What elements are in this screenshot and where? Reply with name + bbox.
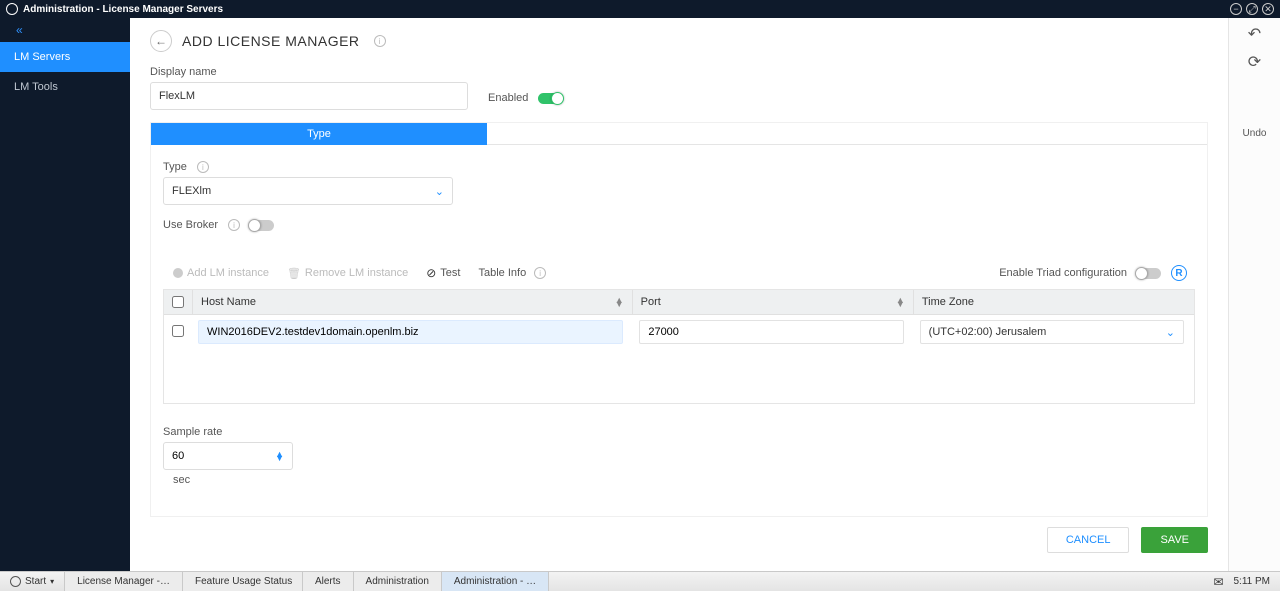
cancel-button[interactable]: CANCEL — [1047, 527, 1130, 553]
mail-icon[interactable]: ✉ — [1213, 575, 1223, 589]
page-title: ADD LICENSE MANAGER — [182, 33, 360, 49]
triad-label: Enable Triad configuration — [999, 267, 1127, 279]
enabled-label: Enabled — [488, 92, 528, 104]
display-name-input[interactable] — [150, 82, 468, 110]
undo-label: Undo — [1243, 128, 1267, 139]
close-button[interactable]: ✕ — [1262, 3, 1274, 15]
select-all-header[interactable] — [164, 290, 192, 314]
main-content: ← ADD LICENSE MANAGER i Display name Ena… — [130, 18, 1228, 571]
use-broker-info-icon[interactable]: i — [228, 219, 240, 231]
taskbar-item-alerts[interactable]: Alerts — [303, 572, 354, 591]
app-logo-icon — [6, 3, 18, 15]
minimize-button[interactable]: − — [1230, 3, 1242, 15]
col-port[interactable]: Port ▲▼ — [632, 290, 913, 314]
sidebar-collapse-button[interactable]: « — [0, 18, 130, 42]
time-zone-value: (UTC+02:00) Jerusalem — [929, 326, 1047, 338]
sample-rate-unit: sec — [173, 474, 190, 486]
chevron-down-icon: ⌄ — [1166, 326, 1175, 339]
sort-icon: ▲▼ — [615, 298, 624, 307]
add-icon — [173, 268, 183, 278]
taskbar-item-license-manager[interactable]: License Manager -… — [65, 572, 183, 591]
instance-toolbar: Add LM instance 🗑 Remove LM instance ⊘ T… — [163, 257, 1195, 289]
undo-icon[interactable]: ↶ — [1248, 24, 1261, 44]
window-titlebar: Administration - License Manager Servers… — [0, 0, 1280, 18]
table-row: (UTC+02:00) Jerusalem ⌄ — [164, 315, 1194, 349]
taskbar: Start ▾ License Manager -… Feature Usage… — [0, 571, 1280, 591]
redo-icon[interactable]: ⟳ — [1248, 52, 1261, 72]
spinner-arrows-icon[interactable]: ▲▼ — [275, 452, 284, 461]
display-name-label: Display name — [150, 66, 468, 78]
table-info-icon: i — [534, 267, 546, 279]
start-label: Start — [25, 576, 46, 587]
instance-table: Host Name ▲▼ Port ▲▼ Time Zone — [163, 289, 1195, 404]
back-button[interactable]: ← — [150, 30, 172, 52]
check-circle-icon: ⊘ — [426, 266, 436, 280]
taskbar-clock: 5:11 PM — [1234, 576, 1271, 587]
sidebar-item-lm-servers[interactable]: LM Servers — [0, 42, 130, 72]
col-host-name[interactable]: Host Name ▲▼ — [192, 290, 632, 314]
start-button[interactable]: Start ▾ — [0, 572, 65, 591]
triad-toggle[interactable] — [1137, 268, 1161, 279]
remove-instance-button[interactable]: 🗑 Remove LM instance — [287, 267, 408, 280]
type-select-value: FLEXlm — [172, 185, 211, 197]
host-name-input[interactable] — [198, 320, 623, 344]
col-time-zone[interactable]: Time Zone — [913, 290, 1194, 314]
enabled-toggle[interactable] — [538, 93, 562, 104]
type-panel: Type i FLEXlm ⌄ Use Broker i — [150, 145, 1208, 517]
save-button[interactable]: SAVE — [1141, 527, 1208, 553]
taskbar-item-administration[interactable]: Administration — [354, 572, 442, 591]
trash-icon: 🗑 — [287, 267, 301, 280]
table-info-button[interactable]: Table Info i — [478, 267, 546, 279]
sort-icon: ▲▼ — [896, 298, 905, 307]
taskbar-item-administration-active[interactable]: Administration - … — [442, 572, 549, 591]
port-input[interactable] — [639, 320, 903, 344]
sample-rate-label: Sample rate — [163, 426, 222, 438]
time-zone-select[interactable]: (UTC+02:00) Jerusalem ⌄ — [920, 320, 1184, 344]
sample-rate-input[interactable]: 60 ▲▼ — [163, 442, 293, 470]
chevron-down-icon: ⌄ — [435, 185, 444, 198]
sample-rate-value: 60 — [172, 450, 184, 462]
tab-type[interactable]: Type — [151, 123, 487, 145]
use-broker-toggle[interactable] — [250, 220, 274, 231]
taskbar-item-feature-usage[interactable]: Feature Usage Status — [183, 572, 303, 591]
use-broker-label: Use Broker i — [163, 219, 240, 231]
row-checkbox[interactable] — [172, 325, 184, 337]
sidebar-item-lm-tools[interactable]: LM Tools — [0, 72, 130, 102]
right-panel: ↶ ⟳ Undo Page 5 of — [1228, 18, 1280, 571]
type-select[interactable]: FLEXlm ⌄ — [163, 177, 453, 205]
type-label: Type i — [163, 161, 1195, 173]
r-badge-icon[interactable]: R — [1171, 265, 1187, 281]
info-icon[interactable]: i — [374, 35, 386, 47]
select-all-checkbox[interactable] — [172, 296, 184, 308]
maximize-button[interactable]: ⤢ — [1246, 3, 1258, 15]
start-logo-icon — [10, 576, 21, 587]
type-info-icon[interactable]: i — [197, 161, 209, 173]
add-instance-button[interactable]: Add LM instance — [173, 267, 269, 279]
chevron-down-icon: ▾ — [50, 577, 54, 586]
test-button[interactable]: ⊘ Test — [426, 266, 460, 280]
sidebar: « LM Servers LM Tools — [0, 18, 130, 571]
window-title: Administration - License Manager Servers — [23, 4, 223, 15]
